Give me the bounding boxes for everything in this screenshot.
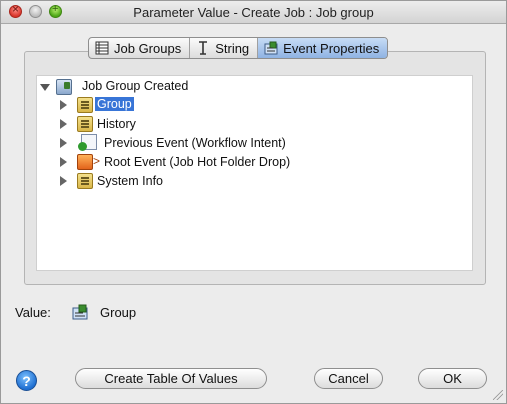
tree-item-label: Previous Event (Workflow Intent) <box>104 136 286 150</box>
tab-label: Event Properties <box>283 40 380 56</box>
table-icon <box>95 41 109 55</box>
tab-job-groups[interactable]: Job Groups <box>89 38 191 58</box>
value-label: Value: <box>15 305 51 320</box>
dialog-window: Parameter Value - Create Job : Job group… <box>0 0 507 404</box>
network-icon <box>72 304 88 320</box>
tree-item-label: Root Event (Job Hot Folder Drop) <box>104 155 291 169</box>
network-icon <box>56 79 72 95</box>
orange-box-icon <box>77 154 93 170</box>
folder-icon <box>77 116 93 132</box>
tree-item-label: History <box>97 117 136 131</box>
window-title: Parameter Value - Create Job : Job group <box>133 5 374 20</box>
tree-item-root-event[interactable]: > Root Event (Job Hot Folder Drop) <box>37 153 474 172</box>
cancel-button[interactable]: Cancel <box>314 368 383 389</box>
tree-root-label: Job Group Created <box>82 79 189 93</box>
tree-item-label: Group <box>95 97 134 111</box>
ok-button[interactable]: OK <box>418 368 487 389</box>
chevron-right-icon[interactable] <box>60 100 67 110</box>
resize-grip[interactable] <box>493 390 503 400</box>
tab-bar: Job Groups String Event Properties <box>88 37 389 59</box>
chevron-right-icon[interactable] <box>60 176 67 186</box>
tree-item-system-info[interactable]: System Info <box>37 172 474 191</box>
tree-item-label: System Info <box>97 174 163 188</box>
folder-icon <box>77 97 93 113</box>
tree-item-group[interactable]: Group <box>37 96 474 115</box>
create-table-of-values-button[interactable]: Create Table Of Values <box>75 368 267 389</box>
tree-item-history[interactable]: History <box>37 115 474 134</box>
network-icon <box>264 41 278 55</box>
chevron-right-icon[interactable] <box>60 119 67 129</box>
tab-string[interactable]: String <box>190 38 259 58</box>
tab-label: Job Groups <box>114 40 182 56</box>
arrow-mark-icon: > <box>93 154 101 168</box>
properties-tree[interactable]: Job Group Created Group History Previous… <box>36 75 473 271</box>
tab-event-properties[interactable]: Event Properties <box>258 38 388 58</box>
tree-item-previous-event[interactable]: Previous Event (Workflow Intent) <box>37 134 474 153</box>
tree-root-row[interactable]: Job Group Created <box>37 77 474 96</box>
help-button[interactable]: ? <box>16 370 37 391</box>
document-check-icon <box>78 134 97 151</box>
tab-label: String <box>215 40 250 56</box>
chevron-right-icon[interactable] <box>60 157 67 167</box>
title-bar[interactable]: Parameter Value - Create Job : Job group <box>1 1 506 24</box>
text-cursor-icon <box>196 41 210 55</box>
chevron-right-icon[interactable] <box>60 138 67 148</box>
value-text: Group <box>100 305 137 320</box>
chevron-down-icon[interactable] <box>40 84 50 91</box>
folder-icon <box>77 173 93 189</box>
